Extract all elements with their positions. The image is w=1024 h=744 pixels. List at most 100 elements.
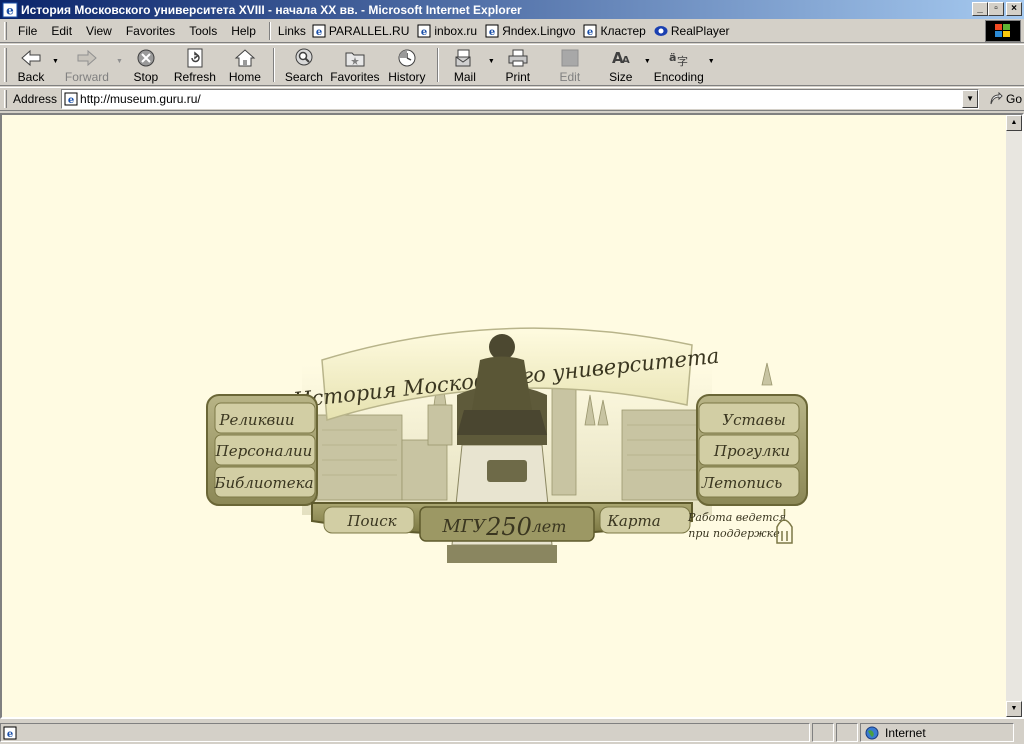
encoding-button[interactable]: ä字 Encoding bbox=[651, 45, 707, 85]
back-dropdown-arrow[interactable]: ▼ bbox=[52, 58, 59, 65]
menu-file[interactable]: File bbox=[11, 24, 44, 38]
nav-label-relics: Реликвии bbox=[218, 411, 294, 429]
mail-icon bbox=[453, 48, 477, 68]
history-button[interactable]: History bbox=[381, 45, 433, 85]
map-link-label: Карта bbox=[606, 512, 660, 530]
link-inbox[interactable]: e inbox.ru bbox=[415, 24, 483, 38]
home-icon bbox=[233, 48, 257, 68]
realplayer-icon bbox=[654, 25, 668, 36]
menu-bar: File Edit View Favorites Tools Help Link… bbox=[0, 19, 1024, 43]
scroll-down-button[interactable]: ▼ bbox=[1006, 701, 1022, 717]
edit-page-icon bbox=[558, 48, 582, 68]
mail-label: Mail bbox=[453, 70, 476, 84]
stop-label: Stop bbox=[133, 70, 159, 84]
nav-item-library[interactable]: Библиотека bbox=[213, 466, 316, 498]
menu-help[interactable]: Help bbox=[224, 24, 263, 38]
links-separator bbox=[268, 21, 271, 40]
msu-250-badge[interactable]: МГУ 250 лет bbox=[419, 506, 595, 542]
link-cluster[interactable]: e Кластер bbox=[581, 24, 651, 38]
encoding-label: Encoding bbox=[653, 70, 704, 84]
search-link[interactable]: Поиск bbox=[323, 506, 415, 534]
links-label[interactable]: Links bbox=[274, 24, 310, 38]
scroll-up-button[interactable]: ▲ bbox=[1006, 115, 1022, 131]
support-text-line2: при поддержке bbox=[688, 527, 780, 540]
size-dropdown-arrow[interactable]: ▼ bbox=[644, 58, 651, 65]
history-icon bbox=[395, 48, 419, 68]
forward-button[interactable]: Forward bbox=[59, 45, 115, 85]
link-realplayer[interactable]: RealPlayer bbox=[652, 24, 736, 38]
nav-item-chronicle[interactable]: Летопись bbox=[698, 466, 800, 498]
back-arrow-icon bbox=[19, 48, 43, 68]
search-label: Search bbox=[284, 70, 323, 84]
toolbar-separator bbox=[436, 48, 439, 82]
address-dropdown-button[interactable]: ▼ bbox=[962, 90, 979, 108]
stop-icon bbox=[134, 48, 158, 68]
link-label: inbox.ru bbox=[434, 23, 478, 38]
printer-icon bbox=[506, 48, 530, 68]
svg-text:e: e bbox=[316, 27, 322, 38]
menu-grip[interactable] bbox=[4, 21, 7, 40]
menu-edit[interactable]: Edit bbox=[44, 24, 79, 38]
map-link[interactable]: Карта bbox=[599, 506, 691, 534]
back-label: Back bbox=[17, 70, 45, 84]
address-bar: Address e ▼ Go bbox=[0, 87, 1024, 111]
site-emblem: История Московского университета Реликви… bbox=[206, 327, 808, 563]
search-button[interactable]: Search bbox=[279, 45, 329, 85]
address-input[interactable] bbox=[80, 91, 961, 107]
toolbar-grip[interactable] bbox=[4, 48, 7, 82]
menu-tools[interactable]: Tools bbox=[182, 24, 224, 38]
badge-msu: МГУ bbox=[441, 516, 487, 537]
forward-arrow-icon bbox=[75, 48, 99, 68]
ie-icon: e bbox=[2, 2, 18, 17]
ie-page-icon: e bbox=[485, 24, 499, 38]
favorites-button[interactable]: Favorites bbox=[329, 45, 381, 85]
nav-label-chronicle: Летопись bbox=[701, 474, 783, 492]
link-label: Яndex.Lingvo bbox=[502, 23, 576, 38]
address-grip[interactable] bbox=[4, 90, 7, 108]
web-page: История Московского университета Реликви… bbox=[2, 115, 1006, 717]
address-field[interactable]: e ▼ bbox=[61, 89, 980, 109]
encoding-dropdown-arrow[interactable]: ▼ bbox=[708, 58, 715, 65]
status-message: e bbox=[0, 723, 810, 742]
svg-text:A: A bbox=[622, 55, 630, 66]
refresh-button[interactable]: Refresh bbox=[169, 45, 221, 85]
go-arrow-icon bbox=[990, 92, 1003, 105]
go-button[interactable]: Go bbox=[989, 92, 1022, 106]
link-lingvo[interactable]: e Яndex.Lingvo bbox=[483, 24, 581, 38]
support-text-line1: Работа ведется bbox=[687, 511, 786, 524]
favorites-folder-icon bbox=[343, 48, 367, 68]
print-button[interactable]: Print bbox=[495, 45, 541, 85]
ie-page-icon: e bbox=[312, 24, 326, 38]
vertical-scrollbar[interactable]: ▲ ▼ bbox=[1006, 115, 1022, 717]
nav-item-personalities[interactable]: Персоналии bbox=[214, 434, 316, 466]
windows-flag-icon bbox=[995, 24, 1010, 37]
close-button[interactable]: × bbox=[1006, 2, 1022, 16]
stop-button[interactable]: Stop bbox=[123, 45, 169, 85]
edit-button[interactable]: Edit bbox=[541, 45, 599, 85]
svg-text:e: e bbox=[68, 95, 74, 106]
mail-dropdown-arrow[interactable]: ▼ bbox=[488, 58, 495, 65]
forward-dropdown-arrow[interactable]: ▼ bbox=[116, 58, 123, 65]
home-button[interactable]: Home bbox=[221, 45, 269, 85]
status-cell bbox=[836, 723, 858, 742]
mail-button[interactable]: Mail bbox=[443, 45, 487, 85]
link-parallel[interactable]: e PARALLEL.RU bbox=[310, 24, 415, 38]
back-button[interactable]: Back bbox=[11, 45, 51, 85]
maximize-button[interactable]: ▫ bbox=[988, 2, 1004, 16]
search-link-label: Поиск bbox=[346, 512, 396, 530]
zone-label: Internet bbox=[885, 725, 926, 740]
minimize-button[interactable]: _ bbox=[972, 2, 988, 16]
security-zone[interactable]: Internet bbox=[860, 723, 1014, 742]
link-label: Кластер bbox=[600, 23, 646, 38]
menu-view[interactable]: View bbox=[79, 24, 119, 38]
address-label: Address bbox=[13, 92, 58, 106]
encoding-icon: ä字 bbox=[667, 48, 691, 68]
nav-label-library: Библиотека bbox=[213, 474, 313, 492]
size-button[interactable]: AA Size bbox=[599, 45, 643, 85]
nav-item-walks[interactable]: Прогулки bbox=[698, 434, 800, 466]
menu-favorites[interactable]: Favorites bbox=[119, 24, 182, 38]
text-size-icon: AA bbox=[609, 48, 633, 68]
svg-text:字: 字 bbox=[677, 54, 688, 68]
nav-item-relics[interactable]: Реликвии bbox=[214, 402, 316, 434]
nav-item-charters[interactable]: Уставы bbox=[698, 402, 800, 434]
